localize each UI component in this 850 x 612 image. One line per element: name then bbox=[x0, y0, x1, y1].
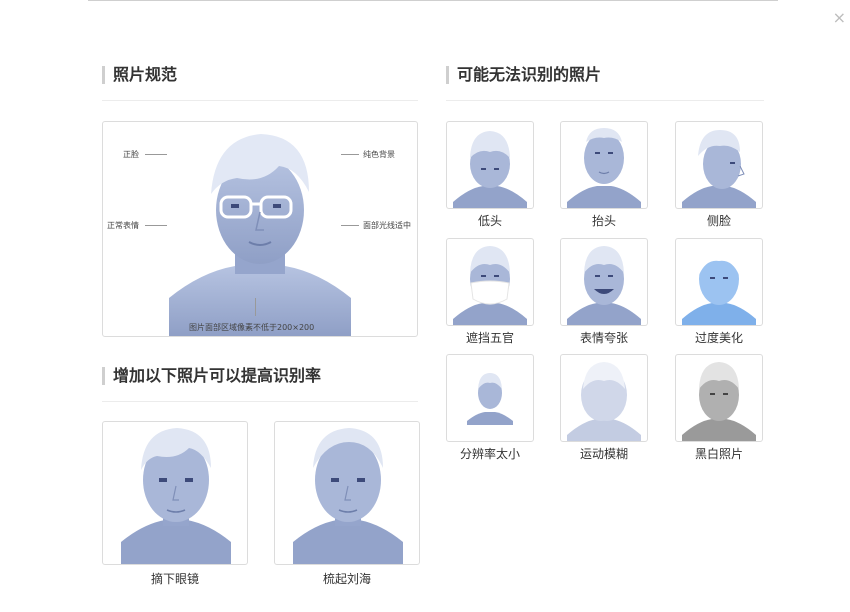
bad-card-head-down bbox=[446, 121, 534, 209]
dialog-top-border bbox=[88, 0, 778, 1]
bad-label: 过度美化 bbox=[694, 331, 743, 345]
annotation-line bbox=[145, 225, 167, 226]
unrecognizable-section-title: 可能无法识别的照片 bbox=[446, 66, 601, 84]
improve-card-comb-bangs bbox=[274, 421, 420, 565]
spec-section-title: 照片规范 bbox=[102, 66, 177, 84]
bad-card-over-beautified bbox=[675, 238, 763, 326]
annotation-pixel-requirement: 图片面部区域像素不低于200×200 bbox=[189, 323, 315, 332]
bad-label: 运动模糊 bbox=[579, 447, 628, 461]
annotation-normal-expression: 正常表情 bbox=[107, 221, 139, 230]
bad-card-exaggerated bbox=[560, 238, 648, 326]
annotation-solid-background: 纯色背景 bbox=[363, 150, 395, 159]
bad-card-side-face bbox=[675, 121, 763, 209]
improve-card-remove-glasses bbox=[102, 421, 248, 565]
bad-card-motion-blur bbox=[560, 354, 648, 442]
bad-card-black-white bbox=[675, 354, 763, 442]
bad-label: 抬头 bbox=[591, 214, 616, 228]
bad-label: 侧脸 bbox=[706, 214, 731, 228]
spec-divider bbox=[102, 100, 418, 101]
annotation-front-face: 正脸 bbox=[123, 150, 139, 159]
improve-divider bbox=[102, 401, 418, 402]
bad-card-head-up bbox=[560, 121, 648, 209]
bad-label: 低头 bbox=[477, 214, 502, 228]
bad-card-occluded bbox=[446, 238, 534, 326]
annotation-line bbox=[341, 225, 359, 226]
annotation-even-lighting: 面部光线适中 bbox=[363, 221, 411, 230]
close-icon[interactable]: × bbox=[833, 10, 846, 26]
improve-label: 梳起刘海 bbox=[322, 572, 371, 586]
bad-card-low-resolution bbox=[446, 354, 534, 442]
improve-section-title: 增加以下照片可以提高识别率 bbox=[102, 367, 321, 385]
spec-example-panel: 正脸 纯色背景 正常表情 面部光线适中 图片面部区域像素不低于200×200 bbox=[102, 121, 418, 337]
improve-label: 摘下眼镜 bbox=[150, 572, 199, 586]
unrecognizable-divider bbox=[446, 100, 764, 101]
bad-label: 表情夸张 bbox=[579, 331, 628, 345]
annotation-line bbox=[145, 154, 167, 155]
bad-label: 遮挡五官 bbox=[465, 331, 514, 345]
annotation-line bbox=[341, 154, 359, 155]
bad-label: 黑白照片 bbox=[694, 447, 743, 461]
bad-label: 分辨率太小 bbox=[459, 447, 520, 461]
annotation-line bbox=[255, 298, 256, 316]
